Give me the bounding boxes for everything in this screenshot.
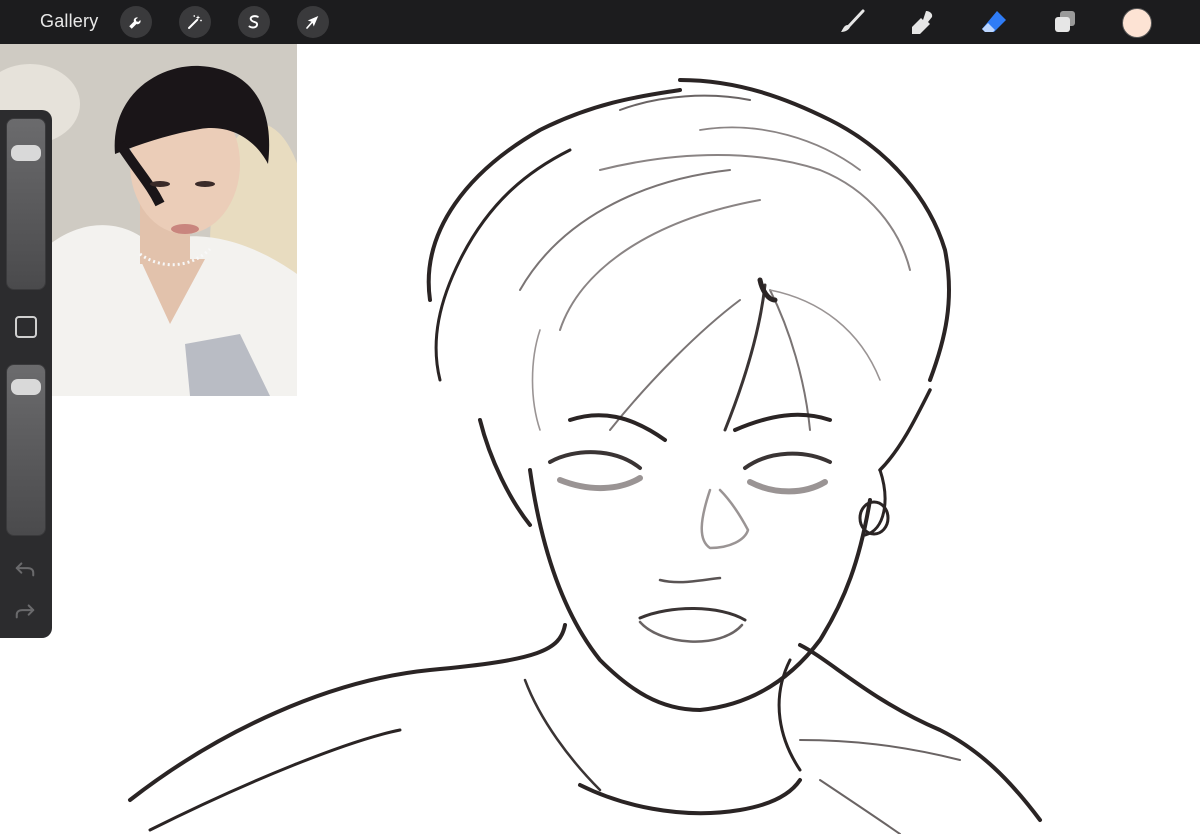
brush-icon [841,9,865,32]
eraser-tool-button[interactable] [978,6,1010,38]
brush-size-slider[interactable] [6,118,46,290]
layers-button[interactable] [1049,6,1081,38]
brush-size-slider-thumb[interactable] [11,144,41,161]
eraser-icon [982,11,1006,32]
undo-button[interactable] [14,558,36,580]
redo-button[interactable] [14,600,36,622]
magic-wand-icon [188,15,202,29]
layers-icon [1055,11,1075,32]
smudge-icon [912,11,933,34]
redo-icon [15,604,35,619]
opacity-slider-thumb[interactable] [11,379,41,396]
selection-button[interactable] [238,6,270,38]
brush-tool-button[interactable] [836,6,868,38]
top-toolbar: Gallery [0,0,1200,44]
actions-wrench-button[interactable] [120,6,152,38]
selection-s-icon [248,15,259,29]
color-picker-swatch[interactable] [1122,8,1152,38]
adjustments-button[interactable] [179,6,211,38]
arrow-cursor-icon [306,16,319,29]
undo-icon [15,562,35,577]
wrench-icon [129,17,141,29]
opacity-slider[interactable] [6,364,46,536]
left-sidebar [0,110,52,638]
modify-button-square-icon[interactable] [15,316,37,338]
transform-button[interactable] [297,6,329,38]
gallery-button[interactable]: Gallery [40,11,98,32]
smudge-tool-button[interactable] [906,6,938,38]
